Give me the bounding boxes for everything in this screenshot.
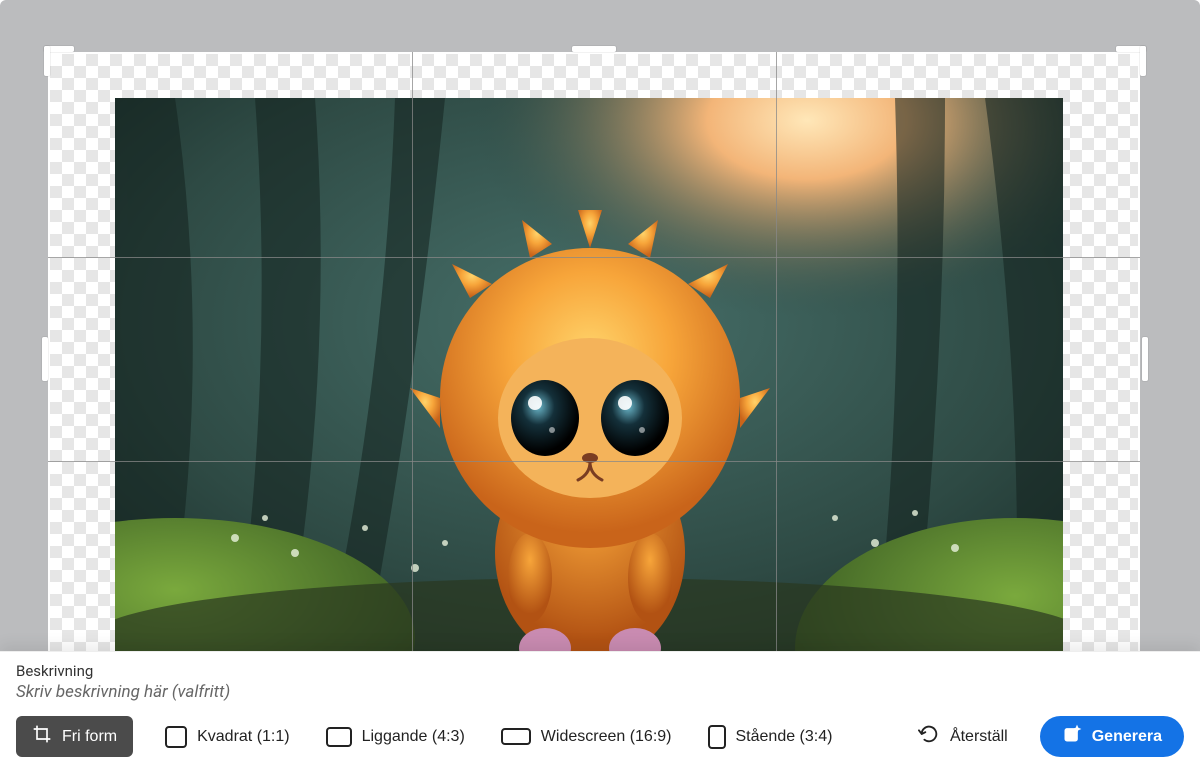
crop-handle-r[interactable] [1142, 337, 1148, 381]
aspect-label: Kvadrat (1:1) [197, 728, 289, 746]
canvas-area[interactable] [0, 0, 1200, 651]
sparkle-icon [1062, 724, 1082, 749]
aspect-landscape-button[interactable]: Liggande (4:3) [322, 721, 469, 753]
aspect-label: Liggande (4:3) [362, 728, 465, 746]
widescreen-icon [501, 728, 531, 745]
crop-handle-tr[interactable] [1140, 46, 1146, 76]
crop-handle-t[interactable] [572, 46, 616, 52]
crop-handle-l[interactable] [42, 337, 48, 381]
aspect-widescreen-button[interactable]: Widescreen (16:9) [497, 722, 676, 752]
reset-button[interactable]: Återställ [914, 718, 1012, 755]
aspect-toolbar: Fri form Kvadrat (1:1) Liggande (4:3) Wi… [16, 716, 1184, 757]
control-panel: Beskrivning Skriv beskrivning här (valfr… [0, 651, 1200, 775]
aspect-label: Stående (3:4) [736, 728, 833, 746]
landscape-icon [326, 727, 352, 747]
aspect-label: Fri form [62, 728, 117, 746]
description-input[interactable]: Skriv beskrivning här (valfritt) [16, 682, 1184, 702]
square-icon [165, 726, 187, 748]
generated-image [115, 98, 1063, 651]
portrait-icon [708, 725, 726, 749]
aspect-portrait-button[interactable]: Stående (3:4) [704, 719, 837, 755]
generate-label: Generera [1092, 728, 1162, 746]
undo-icon [918, 724, 940, 749]
reset-label: Återställ [950, 728, 1008, 746]
aspect-freeform-button[interactable]: Fri form [16, 716, 133, 757]
crop-icon [32, 724, 52, 749]
generate-button[interactable]: Generera [1040, 716, 1184, 757]
crop-handle-tl[interactable] [44, 46, 50, 76]
aspect-square-button[interactable]: Kvadrat (1:1) [161, 720, 293, 754]
aspect-label: Widescreen (16:9) [541, 728, 672, 746]
description-label: Beskrivning [16, 662, 1184, 680]
